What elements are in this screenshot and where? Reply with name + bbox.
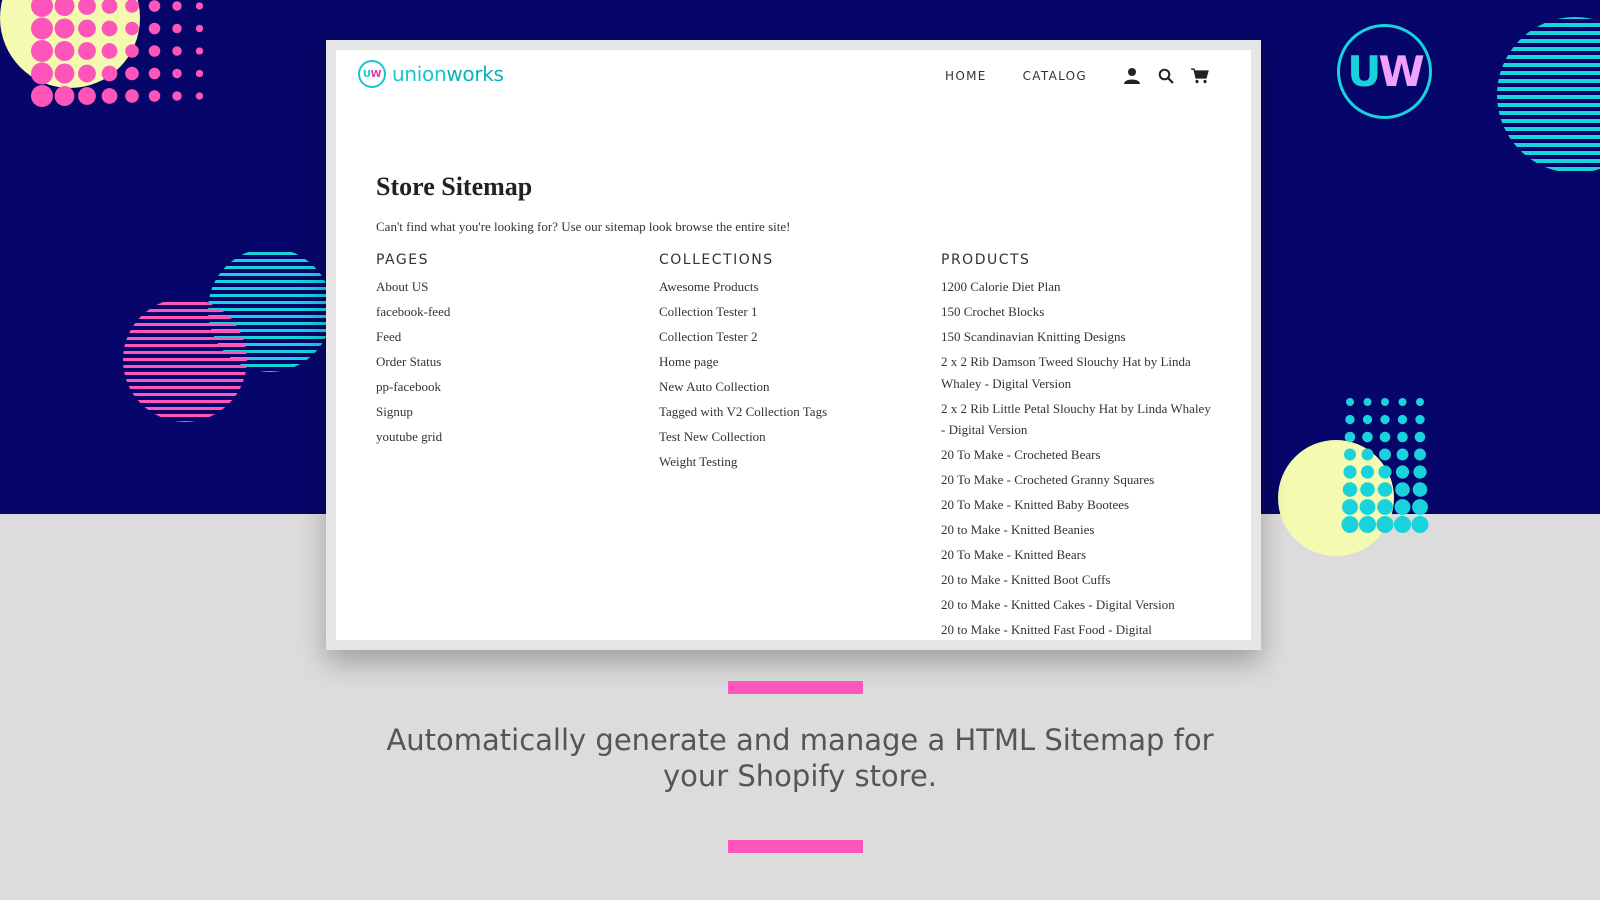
product-link[interactable]: 20 To Make - Crocheted Bears bbox=[941, 444, 1211, 466]
browser-frame: UW unionworks HOME CATALOG Store Sitemap… bbox=[326, 40, 1261, 650]
search-icon[interactable] bbox=[1155, 65, 1177, 87]
page-link[interactable]: Order Status bbox=[376, 351, 636, 373]
sitemap-content: Store Sitemap Can't find what you're loo… bbox=[376, 170, 1216, 637]
left-striped-circles-decoration bbox=[123, 252, 330, 422]
collections-column: COLLECTIONS Awesome Products Collection T… bbox=[659, 250, 919, 476]
product-link[interactable]: 150 Crochet Blocks bbox=[941, 301, 1211, 323]
nav-catalog-link[interactable]: CATALOG bbox=[1023, 64, 1087, 88]
cart-icon[interactable] bbox=[1189, 65, 1211, 87]
top-left-decoration bbox=[0, 0, 204, 107]
caption-line-1: Automatically generate and manage a HTML… bbox=[386, 723, 1214, 757]
accent-bar-bottom bbox=[728, 840, 863, 853]
collection-link[interactable]: Collection Tester 2 bbox=[659, 326, 919, 348]
product-link[interactable]: 20 to Make - Knitted Beanies bbox=[941, 519, 1211, 541]
page-link[interactable]: youtube grid bbox=[376, 426, 636, 448]
product-link[interactable]: 20 To Make - Crocheted Granny Squares bbox=[941, 469, 1211, 491]
right-striped-circle-decoration bbox=[1497, 17, 1600, 171]
page-link[interactable]: Signup bbox=[376, 401, 636, 423]
logo-mark-icon: UW bbox=[358, 60, 386, 88]
caption-text: Automatically generate and manage a HTML… bbox=[380, 722, 1220, 794]
collection-link[interactable]: Test New Collection bbox=[659, 426, 919, 448]
product-link[interactable]: 20 to Make - Knitted Fast Food - Digital bbox=[941, 619, 1211, 640]
collection-link[interactable]: New Auto Collection bbox=[659, 376, 919, 398]
nav-home-link[interactable]: HOME bbox=[945, 64, 987, 88]
intro-text: Can't find what you're looking for? Use … bbox=[376, 219, 791, 234]
product-link[interactable]: 2 x 2 Rib Damson Tweed Slouchy Hat by Li… bbox=[941, 351, 1211, 394]
product-link[interactable]: 2 x 2 Rib Little Petal Slouchy Hat by Li… bbox=[941, 398, 1211, 441]
page-link[interactable]: pp-facebook bbox=[376, 376, 636, 398]
products-column: PRODUCTS 1200 Calorie Diet Plan 150 Croch… bbox=[941, 250, 1211, 640]
product-link[interactable]: 20 To Make - Knitted Bears bbox=[941, 544, 1211, 566]
product-link[interactable]: 150 Scandinavian Knitting Designs bbox=[941, 326, 1211, 348]
product-link[interactable]: 20 to Make - Knitted Cakes - Digital Ver… bbox=[941, 594, 1211, 616]
right-dots-decoration bbox=[1278, 398, 1429, 556]
collection-link[interactable]: Collection Tester 1 bbox=[659, 301, 919, 323]
product-link[interactable]: 1200 Calorie Diet Plan bbox=[941, 276, 1211, 298]
collection-link[interactable]: Tagged with V2 Collection Tags bbox=[659, 401, 919, 423]
collection-link[interactable]: Awesome Products bbox=[659, 276, 919, 298]
products-heading: PRODUCTS bbox=[941, 252, 1031, 268]
logo-wordmark: unionworks bbox=[392, 62, 504, 86]
user-icon[interactable] bbox=[1121, 65, 1143, 87]
accent-bar-top bbox=[728, 681, 863, 694]
store-logo[interactable]: UW unionworks bbox=[358, 59, 504, 89]
pages-column: PAGES About US facebook-feed Feed Order Sta… bbox=[376, 250, 636, 451]
main-nav: HOME CATALOG bbox=[945, 64, 1211, 88]
product-link[interactable]: 20 to Make - Knitted Boot Cuffs bbox=[941, 569, 1211, 591]
page-link[interactable]: About US bbox=[376, 276, 636, 298]
collections-heading: COLLECTIONS bbox=[659, 252, 774, 268]
page-title: Store Sitemap bbox=[376, 172, 533, 201]
pages-heading: PAGES bbox=[376, 252, 429, 268]
collection-link[interactable]: Home page bbox=[659, 351, 919, 373]
uw-badge-logo: UW bbox=[1337, 24, 1432, 119]
caption-line-2: your Shopify store. bbox=[662, 759, 938, 793]
page-link[interactable]: Feed bbox=[376, 326, 636, 348]
page-link[interactable]: facebook-feed bbox=[376, 301, 636, 323]
collection-link[interactable]: Weight Testing bbox=[659, 451, 919, 473]
store-page: UW unionworks HOME CATALOG Store Sitemap… bbox=[336, 50, 1251, 640]
product-link[interactable]: 20 To Make - Knitted Baby Bootees bbox=[941, 494, 1211, 516]
